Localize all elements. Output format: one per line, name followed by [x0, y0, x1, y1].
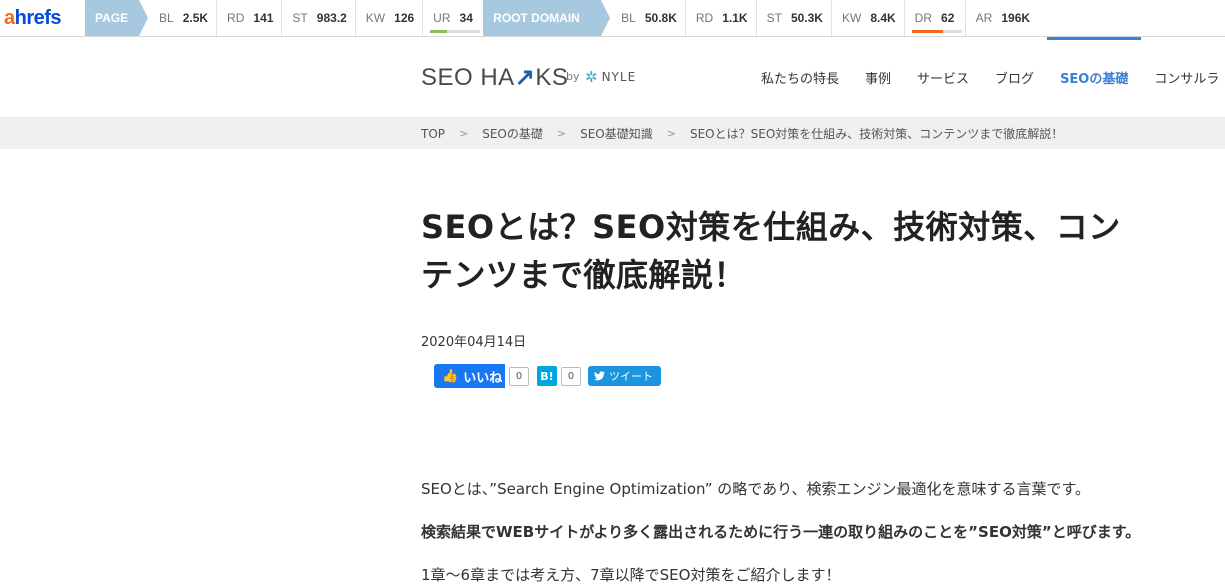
- ahrefs-logo[interactable]: a hrefs: [0, 0, 85, 36]
- ur-rating-fill: [430, 30, 448, 33]
- root-metric-ar[interactable]: AR 196K: [966, 0, 1038, 36]
- nav-item-services[interactable]: サービス: [904, 37, 982, 117]
- breadcrumb-top[interactable]: TOP: [421, 127, 445, 141]
- intro-bold-paragraph: 検索結果でWEBサイトがより多く露出されるために行う一連の取り組みのことを”SE…: [421, 523, 1141, 541]
- thumbs-up-icon: 👍: [442, 368, 459, 384]
- breadcrumb-current: SEOとは？SEO対策を仕組み、技術対策、コンテンツまで徹底解説！: [689, 127, 1064, 141]
- ahrefs-toolbar: a hrefs PAGE BL 2.5K RD 141 ST 983.2 KW 126 U…: [0, 0, 1225, 37]
- dr-rating-bar: [911, 30, 962, 33]
- article-title: SEOとは？SEO対策を仕組み、技術対策、コン テンツまで徹底解説！: [421, 208, 1121, 294]
- by-label: by: [566, 70, 580, 83]
- page-metric-kw[interactable]: KW 126: [356, 0, 424, 36]
- page-metric-rd[interactable]: RD 141: [217, 0, 283, 36]
- twitter-bird-icon: [594, 371, 605, 381]
- root-metric-st[interactable]: ST 50.3K: [757, 0, 832, 36]
- intro-chapter-note: 1章〜6章までは考え方、7章以降でSEO対策をご紹介します！: [421, 566, 841, 584]
- nav-item-seo-basics[interactable]: SEOの基礎: [1047, 37, 1142, 117]
- nyle-logo[interactable]: ✲ NYLE: [585, 68, 636, 86]
- main-nav: 私たちの特長 事例 サービス ブログ SEOの基礎 コンサルラ: [748, 37, 1225, 117]
- seo-hacks-logo[interactable]: SEO HA↗KS: [421, 63, 568, 92]
- social-share-buttons: 👍 いいね 0 B! 0 ツイート: [434, 364, 661, 388]
- nyle-star-icon: ✲: [585, 68, 599, 86]
- nav-item-consulting[interactable]: コンサルラ: [1141, 37, 1225, 117]
- nav-item-cases[interactable]: 事例: [852, 37, 904, 117]
- breadcrumb-seo-knowledge[interactable]: SEO基礎知識: [580, 125, 653, 142]
- page-metric-bl[interactable]: BL 2.5K: [149, 0, 218, 36]
- root-metric-bl[interactable]: BL 50.8K: [611, 0, 686, 36]
- ur-rating-bar: [430, 30, 481, 33]
- logo-arrow-icon: ↗: [514, 64, 536, 91]
- chevron-right-icon: >: [459, 127, 469, 140]
- nav-item-blog[interactable]: ブログ: [982, 37, 1047, 117]
- intro-paragraph: SEOとは、”Search Engine Optimization” の略であり…: [421, 480, 1090, 498]
- facebook-like-count: 0: [509, 366, 529, 386]
- tweet-button[interactable]: ツイート: [588, 366, 661, 386]
- facebook-like-button[interactable]: 👍 いいね: [434, 364, 505, 388]
- page-metric-ur[interactable]: UR 34: [423, 0, 483, 36]
- page-metric-st[interactable]: ST 983.2: [282, 0, 356, 36]
- root-domain-section-label: ROOT DOMAIN: [483, 0, 611, 36]
- hatena-bookmark-button[interactable]: B!: [537, 366, 557, 386]
- root-metric-kw[interactable]: KW 8.4K: [832, 0, 905, 36]
- nav-item-features[interactable]: 私たちの特長: [748, 37, 852, 117]
- breadcrumb: TOP > SEOの基礎 > SEO基礎知識 > SEOとは？SEO対策を仕組み…: [421, 118, 1063, 149]
- page-section-label: PAGE: [85, 0, 148, 36]
- publish-date: 2020年04月14日: [421, 335, 527, 350]
- chevron-right-icon: >: [556, 127, 567, 140]
- hatena-bookmark-count: 0: [561, 366, 581, 386]
- breadcrumb-seo-basics[interactable]: SEOの基礎: [482, 125, 543, 142]
- chevron-right-icon: >: [666, 127, 676, 140]
- root-metric-rd[interactable]: RD 1.1K: [686, 0, 757, 36]
- root-metric-dr[interactable]: DR 62: [905, 0, 966, 36]
- breadcrumb-bar: TOP > SEOの基礎 > SEO基礎知識 > SEOとは？SEO対策を仕組み…: [0, 118, 1225, 149]
- dr-rating-fill: [911, 30, 943, 33]
- site-header: SEO HA↗KS by ✲ NYLE 私たちの特長 事例 サービス ブログ S…: [0, 37, 1225, 118]
